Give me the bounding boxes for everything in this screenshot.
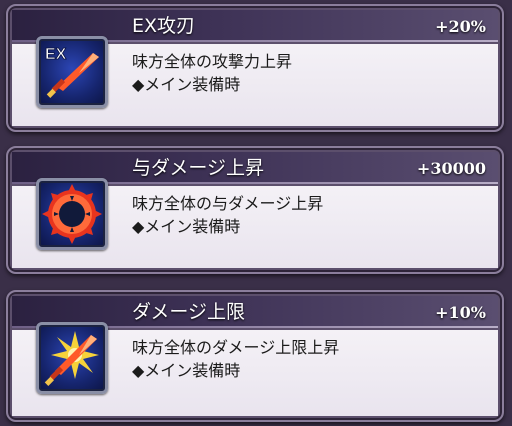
skill-condition-text: ◆メイン装備時 [132,217,241,236]
skill-value: +30000 [416,159,486,178]
skill-description: 味方全体のダメージ上限上昇 ◆メイン装備時 [132,336,339,382]
ex-badge-label: EX [45,46,67,63]
skill-title: 与ダメージ上昇 [132,157,265,179]
skill-card-ex-attack: EX攻刃 +20% 味方全体の攻撃力上昇 ◆メイン装備時 EX [6,4,504,132]
skill-condition-text: ◆メイン装備時 [132,75,241,94]
skill-effect-text: 味方全体の攻撃力上昇 [132,52,293,71]
skill-title: EX攻刃 [132,15,196,37]
damage-cap-icon [36,322,108,394]
ex-attack-sword-icon: EX [36,36,108,108]
skill-description: 味方全体の与ダメージ上昇 ◆メイン装備時 [132,192,323,238]
skill-value: +20% [435,17,486,36]
skill-effect-text: 味方全体のダメージ上限上昇 [132,338,340,357]
damage-burst-icon [36,178,108,250]
skill-card-damage-cap: ダメージ上限 +10% 味方全体のダメージ上限上昇 ◆メイン装備時 [6,290,504,422]
skill-condition-text: ◆メイン装備時 [132,361,241,380]
skill-effect-text: 味方全体の与ダメージ上昇 [132,194,324,213]
skill-title: ダメージ上限 [132,301,246,323]
skill-card-damage-up: 与ダメージ上昇 +30000 味方全体の与ダメージ上昇 ◆メイン装備時 [6,146,504,274]
skill-value: +10% [435,303,486,322]
skill-description: 味方全体の攻撃力上昇 ◆メイン装備時 [132,50,292,96]
